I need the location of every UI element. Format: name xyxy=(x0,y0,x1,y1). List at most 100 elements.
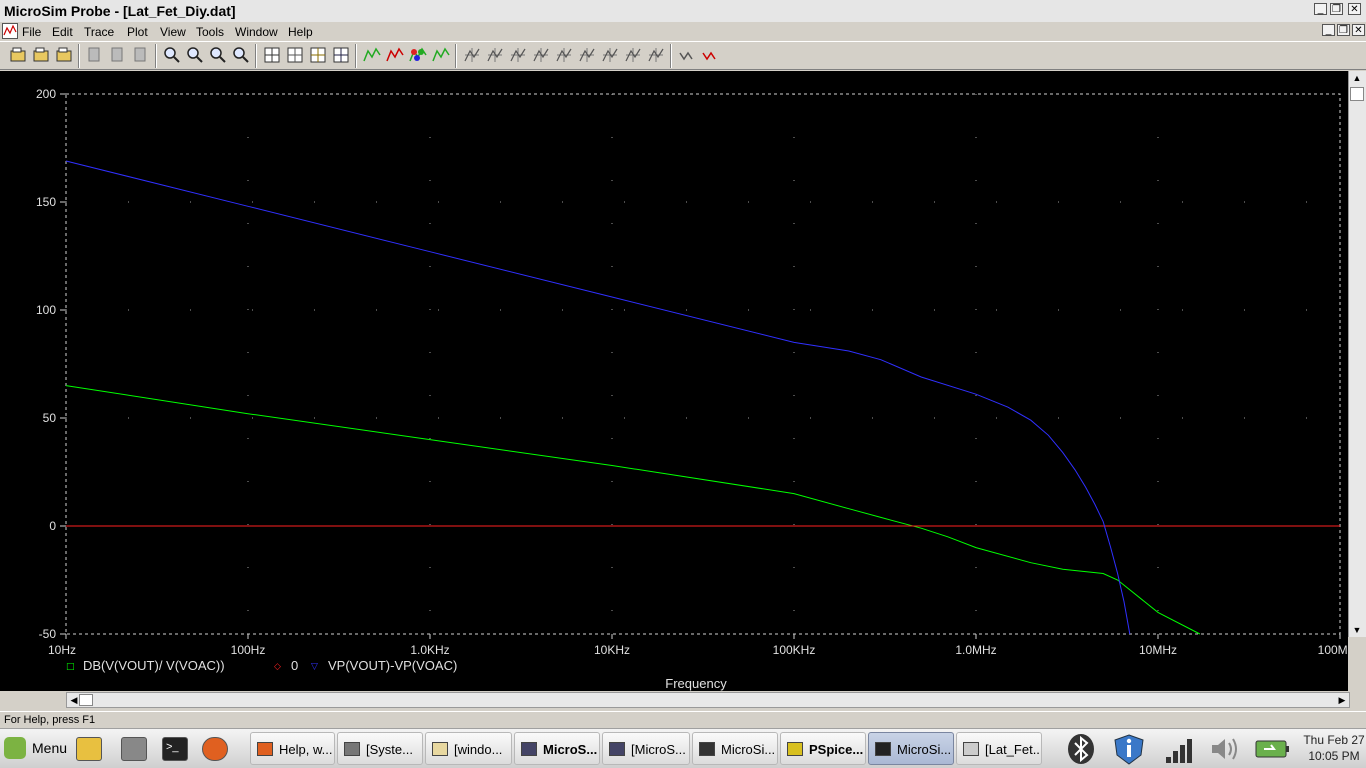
paste-button[interactable] xyxy=(131,45,151,65)
document-icon[interactable] xyxy=(2,23,18,39)
horizontal-scrollbar[interactable]: ◀ ▶ xyxy=(66,692,1350,708)
window-title: MicroSim Probe - [Lat_Fet_Diy.dat] xyxy=(4,3,236,19)
zoom-in-icon xyxy=(164,47,180,63)
cursor-slope-button[interactable] xyxy=(508,45,528,65)
append-button[interactable] xyxy=(31,45,51,65)
color-trace-button[interactable] xyxy=(408,45,428,65)
folder-icon xyxy=(432,742,448,756)
legend-label-2[interactable]: 0 xyxy=(291,658,298,673)
files-launcher[interactable] xyxy=(74,735,104,763)
open-button[interactable] xyxy=(8,45,28,65)
plot-window[interactable]: -50 0 50 100 150 200 10Hz 100Hz 1.0KHz 10KHz 100KH… xyxy=(0,71,1362,691)
battery-icon[interactable] xyxy=(1254,733,1292,765)
menu-trace[interactable]: Trace xyxy=(84,25,114,39)
toolbar-separator xyxy=(355,44,357,68)
firefox-launcher[interactable] xyxy=(200,735,230,763)
taskbar-task-4[interactable]: MicroS... xyxy=(514,732,600,765)
scroll-up-icon[interactable]: ▲ xyxy=(1350,73,1364,83)
probe-plot[interactable]: -50 0 50 100 150 200 10Hz 100Hz 1.0KHz 10KHz 100KH… xyxy=(0,71,1362,691)
add-trace-button[interactable] xyxy=(362,45,382,65)
taskbar-task-8[interactable]: MicroSi... xyxy=(868,732,954,765)
y-tick-label: 50 xyxy=(43,411,57,425)
copy-button[interactable] xyxy=(108,45,128,65)
info-shield-icon[interactable] xyxy=(1112,733,1150,765)
menu-file[interactable]: File xyxy=(22,25,41,39)
cursor-button[interactable] xyxy=(431,45,451,65)
legend-marker-3: ▽ xyxy=(311,662,318,672)
taskbar-task-5[interactable]: [MicroS... xyxy=(602,732,690,765)
doc-restore-button[interactable]: ❐ xyxy=(1337,24,1350,36)
cursor-search-button[interactable] xyxy=(600,45,620,65)
menu-plot[interactable]: Plot xyxy=(127,25,148,39)
taskbar-task-label: Help, w... xyxy=(279,742,333,757)
eval-button[interactable] xyxy=(331,45,351,65)
fourier-icon xyxy=(287,47,303,63)
cursor-trough-button[interactable] xyxy=(485,45,505,65)
menu-edit[interactable]: Edit xyxy=(52,25,73,39)
x-tick-label: 1.0MHz xyxy=(955,643,996,657)
taskbar-task-7[interactable]: PSpice... xyxy=(780,732,866,765)
mark-label-button[interactable] xyxy=(677,45,697,65)
menu-tools[interactable]: Tools xyxy=(196,25,224,39)
x-axis-title: Frequency xyxy=(665,676,727,691)
drive-launcher[interactable] xyxy=(119,735,149,763)
doc-minimize-button[interactable]: _ xyxy=(1322,24,1335,36)
log-x-icon xyxy=(264,47,280,63)
network-signal-icon[interactable] xyxy=(1160,733,1198,765)
scroll-down-icon[interactable]: ▼ xyxy=(1350,625,1364,635)
menu-view[interactable]: View xyxy=(160,25,186,39)
legend-label-3[interactable]: VP(VOUT)-VP(VOAC) xyxy=(328,658,457,673)
restore-button[interactable]: ❐ xyxy=(1330,3,1343,15)
x-tick-label: 100KHz xyxy=(773,643,816,657)
probe-icon xyxy=(875,742,891,756)
cursor-min-button[interactable] xyxy=(531,45,551,65)
y-tick-label: 100 xyxy=(36,303,56,317)
scroll-right-icon[interactable]: ▶ xyxy=(1335,695,1349,705)
taskbar-task-2[interactable]: [Syste... xyxy=(337,732,423,765)
zoom-area-button[interactable] xyxy=(208,45,228,65)
taskbar-task-9[interactable]: [Lat_Fet... xyxy=(956,732,1042,765)
cursor-max-button[interactable] xyxy=(554,45,574,65)
cut-button[interactable] xyxy=(85,45,105,65)
volume-icon[interactable] xyxy=(1206,733,1244,765)
toolbar-separator xyxy=(670,44,672,68)
taskbar-task-label: [MicroS... xyxy=(631,742,686,757)
performance-button[interactable] xyxy=(308,45,328,65)
x-tick-label: 100Hz xyxy=(231,643,266,657)
cursor-next-button[interactable] xyxy=(623,45,643,65)
cut-icon xyxy=(88,47,100,62)
cursor-point-button[interactable] xyxy=(577,45,597,65)
close-button[interactable]: ✕ xyxy=(1348,3,1361,15)
toggle-cursor-button[interactable] xyxy=(700,45,720,65)
cursor-peak-button[interactable] xyxy=(462,45,482,65)
horizontal-scroll-thumb[interactable] xyxy=(79,694,93,706)
firefox-icon xyxy=(257,742,273,756)
doc-close-button[interactable]: ✕ xyxy=(1352,24,1365,36)
legend-label-1[interactable]: DB(V(VOUT)/ V(VOAC)) xyxy=(83,658,225,673)
print-icon xyxy=(56,47,72,62)
zoom-in-button[interactable] xyxy=(162,45,182,65)
x-tick-label: 10Hz xyxy=(48,643,76,657)
taskbar-task-6[interactable]: MicroSi... xyxy=(692,732,778,765)
taskbar-task-1[interactable]: Help, w... xyxy=(250,732,335,765)
taskbar: Menu Thu Feb 27 10:05 PM >_ Help, w... [Sy… xyxy=(0,728,1366,768)
zoom-out-button[interactable] xyxy=(185,45,205,65)
vertical-scroll-thumb[interactable] xyxy=(1350,87,1364,101)
zoom-fit-button[interactable] xyxy=(231,45,251,65)
taskbar-task-label: MicroS... xyxy=(543,742,598,757)
print-button[interactable] xyxy=(54,45,74,65)
remove-trace-button[interactable] xyxy=(385,45,405,65)
taskbar-task-3[interactable]: [windo... xyxy=(425,732,512,765)
minimize-button[interactable]: _ xyxy=(1314,3,1327,15)
menu-help[interactable]: Help xyxy=(288,25,313,39)
x-tick-label: 10KHz xyxy=(594,643,630,657)
bluetooth-icon[interactable] xyxy=(1064,733,1102,765)
log-x-button[interactable] xyxy=(262,45,282,65)
fourier-button[interactable] xyxy=(285,45,305,65)
menu-window[interactable]: Window xyxy=(235,25,278,39)
cursor-peak-icon xyxy=(464,48,480,62)
clock[interactable]: Thu Feb 27 10:05 PM xyxy=(1302,732,1366,764)
vertical-scrollbar[interactable]: ▲ ▼ xyxy=(1348,71,1366,637)
terminal-launcher[interactable]: >_ xyxy=(160,735,190,763)
cursor-label-button[interactable] xyxy=(646,45,666,65)
